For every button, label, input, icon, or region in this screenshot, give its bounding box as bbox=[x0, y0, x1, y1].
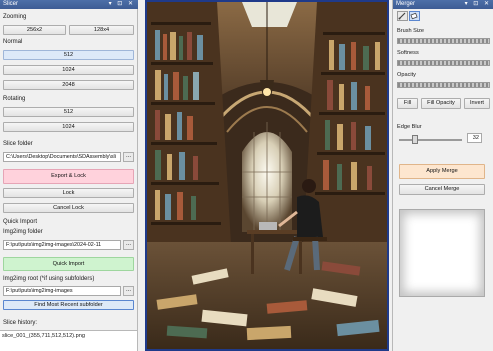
rotating-label: Rotating bbox=[3, 96, 26, 102]
rotating-1024-button[interactable]: 1024 bbox=[3, 122, 134, 132]
apply-merge-button[interactable]: Apply Merge bbox=[399, 164, 485, 179]
img2img-root-input[interactable]: F:\put\puts\img2img-images bbox=[3, 286, 121, 296]
zooming-label: Zooming bbox=[3, 14, 27, 20]
brush-size-label: Brush Size bbox=[397, 28, 425, 34]
normal-label: Normal bbox=[3, 39, 23, 45]
slicer-window-controls[interactable]: ▾ ⊡ ✕ bbox=[109, 0, 135, 9]
softness-slider[interactable] bbox=[397, 60, 490, 66]
slice-folder-browse-button[interactable]: ... bbox=[123, 152, 134, 162]
img2img-folder-browse-button[interactable]: ... bbox=[123, 240, 134, 250]
library-scene-image bbox=[147, 2, 387, 349]
export-lock-button[interactable]: Export & Lock bbox=[3, 169, 134, 184]
slice-history-list[interactable]: slice_001_(355,711,512,512).png bbox=[0, 330, 137, 351]
mask-preview bbox=[399, 209, 485, 297]
edge-blur-input[interactable]: 32 bbox=[467, 133, 482, 143]
slice-folder-label: Slice folder bbox=[3, 141, 33, 147]
slicer-titlebar: Slicer ▾ ⊡ ✕ bbox=[0, 0, 138, 9]
slice-folder-input[interactable]: C:\Users\Desktop\Documents\SDAssembly\sl… bbox=[3, 152, 121, 162]
zoom-256x2-button[interactable]: 256x2 bbox=[3, 25, 66, 35]
edge-blur-track[interactable] bbox=[399, 139, 462, 141]
eraser-icon[interactable] bbox=[409, 11, 420, 21]
edge-blur-thumb[interactable] bbox=[412, 135, 418, 144]
edge-blur-label: Edge Blur bbox=[397, 124, 422, 130]
quick-import-button[interactable]: Quick Import bbox=[3, 257, 134, 271]
find-recent-subfolder-button[interactable]: Find Most Recent subfolder bbox=[3, 300, 134, 310]
fill-opacity-button[interactable]: Fill Opacity bbox=[421, 98, 461, 109]
img2img-root-browse-button[interactable]: ... bbox=[123, 286, 134, 296]
normal-2048-button[interactable]: 2048 bbox=[3, 80, 134, 90]
cancel-merge-button[interactable]: Cancel Merge bbox=[399, 184, 485, 195]
slice-history-item[interactable]: slice_001_(355,711,512,512).png bbox=[2, 333, 85, 339]
lock-button[interactable]: Lock bbox=[3, 188, 134, 198]
opacity-slider[interactable] bbox=[397, 82, 490, 88]
img2img-folder-label: Img2img folder bbox=[3, 229, 43, 235]
img2img-root-label: Img2img root (*if using subfolders) bbox=[3, 276, 95, 282]
normal-512-button[interactable]: 512 bbox=[3, 50, 134, 60]
merger-titlebar: Merger ▾ ⊡ ✕ bbox=[393, 0, 493, 9]
merger-title: Merger bbox=[396, 1, 416, 7]
brush-size-slider[interactable] bbox=[397, 38, 490, 44]
image-canvas[interactable] bbox=[145, 0, 389, 351]
cancel-lock-button[interactable]: Cancel Lock bbox=[3, 203, 134, 213]
app-root: Slicer ▾ ⊡ ✕ Zooming 256x2 128x4 Normal … bbox=[0, 0, 493, 351]
slicer-title: Slicer bbox=[3, 1, 19, 7]
merger-panel: Merger ▾ ⊡ ✕ Brush Size Softness Opacity… bbox=[392, 0, 493, 351]
zoom-128x4-button[interactable]: 128x4 bbox=[69, 25, 134, 35]
rotating-512-button[interactable]: 512 bbox=[3, 107, 134, 117]
opacity-label: Opacity bbox=[397, 72, 416, 78]
slicer-panel: Slicer ▾ ⊡ ✕ Zooming 256x2 128x4 Normal … bbox=[0, 0, 138, 351]
img2img-folder-input[interactable]: F:\put\puts\img2img-images\2024-02-11 bbox=[3, 240, 121, 250]
quick-import-label: Quick Import bbox=[3, 219, 38, 225]
invert-button[interactable]: Invert bbox=[464, 98, 490, 109]
normal-1024-button[interactable]: 1024 bbox=[3, 65, 134, 75]
merger-window-controls[interactable]: ▾ ⊡ ✕ bbox=[465, 0, 491, 9]
softness-label: Softness bbox=[397, 50, 419, 56]
slice-history-label: Slice history: bbox=[3, 320, 38, 326]
paintbrush-icon[interactable] bbox=[397, 11, 408, 21]
fill-button[interactable]: Fill bbox=[397, 98, 418, 109]
